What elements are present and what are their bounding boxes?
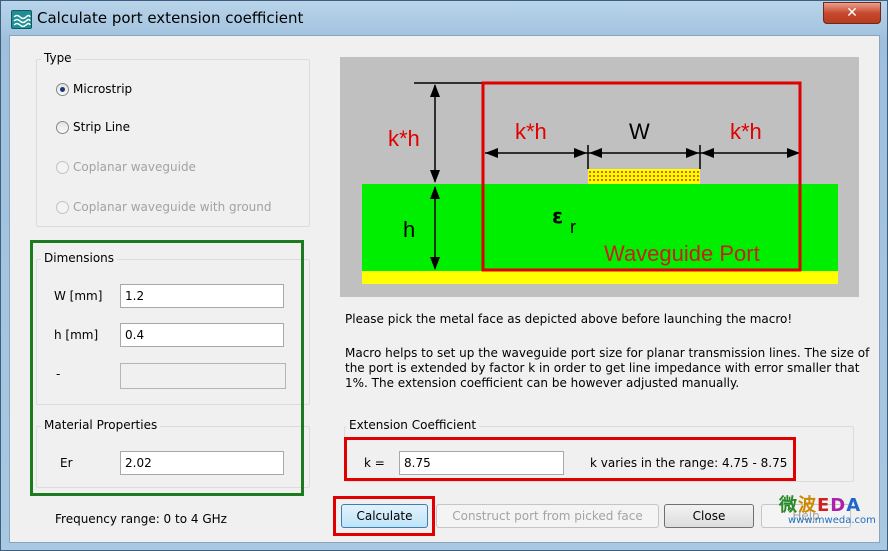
port-diagram: k*h k*h W k*h h ε r Waveguide Port [340, 57, 859, 297]
h-dim-label: h [403, 217, 415, 242]
radio-coplanar-ground[interactable]: Coplanar waveguide with ground [56, 200, 272, 214]
app-wave-icon [11, 10, 32, 29]
macro-help-line-3: 1%. The extension coefficient can be how… [345, 376, 740, 390]
window-close-button[interactable]: ✕ [823, 2, 881, 24]
macro-help-line-2: the port is extended by factor k in orde… [345, 361, 860, 375]
dimensions-highlight [30, 240, 304, 496]
construct-port-button[interactable]: Construct port from picked face [436, 504, 659, 528]
watermark-char: E [817, 495, 831, 516]
pick-face-instruction: Please pick the metal face as depicted a… [345, 312, 793, 326]
watermark-char: 微 [779, 495, 798, 516]
radio-label-coplanar: Coplanar waveguide [73, 160, 196, 174]
watermark-char: D [830, 495, 847, 516]
kh-right-label: k*h [730, 119, 762, 144]
kh-left-label: k*h [388, 126, 420, 151]
macro-help-line-1: Macro helps to set up the waveguide port… [345, 346, 870, 360]
dialog-window: Calculate port extension coefficient ✕ T… [0, 0, 888, 551]
radio-strip-line[interactable]: Strip Line [56, 120, 130, 134]
radio-circle[interactable] [56, 120, 69, 134]
ground-rect [362, 271, 838, 284]
radio-circle[interactable] [56, 82, 69, 96]
radio-microstrip[interactable]: Microstrip [56, 82, 132, 96]
waveguide-port-label: Waveguide Port [604, 241, 760, 266]
w-dim-label: W [629, 119, 650, 144]
title-bar[interactable]: Calculate port extension coefficient ✕ [1, 1, 887, 35]
watermark-char: 波 [798, 495, 817, 516]
eps-symbol: ε [552, 204, 563, 228]
window-title: Calculate port extension coefficient [37, 9, 304, 27]
close-button[interactable]: Close [664, 504, 754, 528]
radio-label-microstrip: Microstrip [73, 82, 133, 96]
diagram-svg: k*h k*h W k*h h ε r Waveguide Port [362, 81, 838, 284]
extension-title: Extension Coefficient [346, 418, 480, 432]
radio-label-coplanar-ground: Coplanar waveguide with ground [73, 200, 272, 214]
watermark-url: www.mweda.com [788, 515, 876, 526]
calculate-highlight [333, 496, 435, 536]
eps-sub: r [570, 217, 576, 237]
strip-rect [588, 169, 700, 184]
radio-coplanar-waveguide[interactable]: Coplanar waveguide [56, 160, 196, 174]
frequency-range-text: Frequency range: 0 to 4 GHz [55, 512, 227, 526]
kh-mid-label: k*h [515, 119, 547, 144]
extension-highlight [344, 437, 796, 481]
radio-label-strip-line: Strip Line [73, 120, 131, 134]
radio-circle[interactable] [56, 160, 69, 174]
watermark-char: A [846, 495, 862, 516]
type-group-title: Type [41, 51, 75, 65]
watermark-logo: 微波EDA [779, 491, 861, 517]
radio-circle[interactable] [56, 200, 69, 214]
